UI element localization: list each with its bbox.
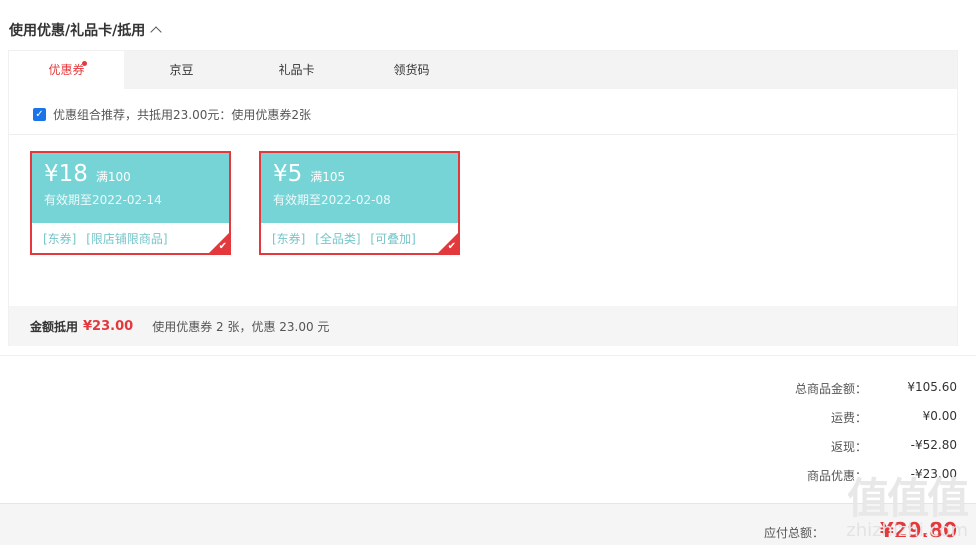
tab-redeem-code[interactable]: 领货码 (354, 51, 469, 89)
total-label: 运费： (830, 411, 867, 425)
total-row: 返现： -¥52.80 (747, 438, 957, 467)
summary-amount: ¥23.00 (83, 318, 134, 334)
coupon-tag: [东券] (272, 232, 306, 246)
coupon-expiry: 有效期至2022-02-08 (273, 193, 391, 207)
coupon-expiry: 有效期至2022-02-14 (44, 193, 162, 207)
watermark-text: zhizhizhi.com (846, 520, 968, 541)
tab-label: 京豆 (169, 63, 194, 77)
tab-jingdou[interactable]: 京豆 (124, 51, 239, 89)
coupon-header: ¥5 满105 有效期至2022-02-08 (261, 153, 458, 223)
summary-label: 金额抵用 (30, 319, 79, 334)
total-label: 总商品金额： (794, 382, 867, 396)
tab-label: 领货码 (393, 63, 430, 77)
section-header[interactable]: 使用优惠/礼品卡/抵用 (9, 20, 162, 40)
chevron-up-icon[interactable] (150, 26, 162, 38)
section-title: 使用优惠/礼品卡/抵用 (9, 23, 146, 39)
checkmark-icon: ✔ (218, 241, 227, 252)
coupon-condition: 满100 (95, 170, 131, 184)
coupon-card[interactable]: ¥18 满100 有效期至2022-02-14 [东券] [限店铺限商品] ✔ (30, 151, 231, 255)
coupon-condition: 满105 (310, 170, 346, 184)
coupon-tag: [全品类] (315, 232, 361, 246)
coupon-header: ¥18 满100 有效期至2022-02-14 (32, 153, 229, 223)
coupon-amount: ¥18 (44, 161, 88, 187)
payable-label: 应付总额： (763, 526, 824, 540)
notification-dot-icon (82, 61, 87, 66)
recommend-checkbox[interactable]: ✓ (33, 108, 46, 121)
coupon-tag: [可叠加] (370, 232, 416, 246)
coupon-tag: [东券] (43, 232, 77, 246)
coupon-tag: [限店铺限商品] (86, 232, 168, 246)
total-value: -¥52.80 (910, 438, 957, 452)
total-value: ¥0.00 (922, 409, 957, 423)
tab-label: 优惠券 (48, 63, 85, 77)
coupon-tags: [东券] [全品类] [可叠加] (261, 223, 458, 247)
site-watermark: 值值值 zhizhizhi.com (846, 465, 969, 541)
total-row: 总商品金额： ¥105.60 (747, 380, 957, 409)
total-row: 运费： ¥0.00 (747, 409, 957, 438)
discount-panel: 优惠券 京豆 礼品卡 领货码 ✓ 优惠组合推荐，共抵用23.00元：使用优惠券2… (8, 50, 958, 346)
tab-coupons[interactable]: 优惠券 (9, 51, 124, 89)
total-value: ¥105.60 (907, 380, 957, 394)
payable-footer: 应付总额： ¥29.80 (0, 503, 976, 545)
coupon-tags: [东券] [限店铺限商品] (32, 223, 229, 247)
watermark-logo: 值值值 (847, 474, 969, 523)
recommend-text: 优惠组合推荐，共抵用23.00元：使用优惠券2张 (53, 108, 311, 122)
summary-detail: 使用优惠券 2 张，优惠 23.00 元 (152, 319, 330, 334)
coupon-amount: ¥5 (273, 161, 303, 187)
tab-bar: 优惠券 京豆 礼品卡 领货码 (9, 51, 957, 89)
discount-summary: 金额抵用 ¥23.00 使用优惠券 2 张，优惠 23.00 元 (9, 306, 957, 346)
recommend-row: ✓ 优惠组合推荐，共抵用23.00元：使用优惠券2张 (33, 106, 311, 123)
divider (0, 355, 976, 356)
coupon-card[interactable]: ¥5 满105 有效期至2022-02-08 [东券] [全品类] [可叠加] … (259, 151, 460, 255)
total-label: 返现： (830, 440, 867, 454)
divider (9, 134, 957, 135)
checkmark-icon: ✔ (447, 241, 456, 252)
tab-gift-card[interactable]: 礼品卡 (239, 51, 354, 89)
tab-label: 礼品卡 (278, 63, 315, 77)
